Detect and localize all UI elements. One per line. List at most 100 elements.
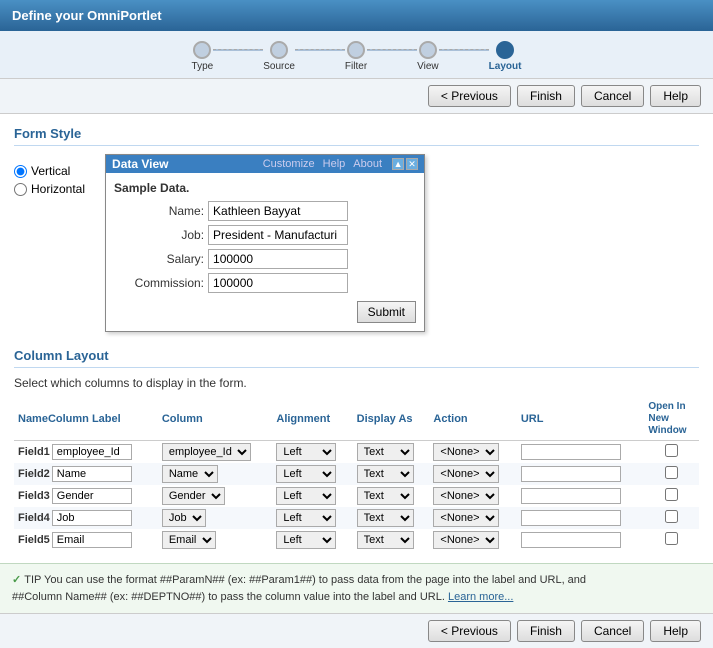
dv-label-salary: Salary: (114, 252, 204, 266)
wizard-step-view[interactable]: View (417, 41, 439, 72)
dv-input-job[interactable] (208, 225, 348, 245)
url-input[interactable] (521, 444, 621, 460)
cancel-button-top[interactable]: Cancel (581, 85, 644, 107)
dv-input-name[interactable] (208, 201, 348, 221)
action-select[interactable]: <None>LinkEdit (433, 465, 499, 483)
url-input[interactable] (521, 532, 621, 548)
table-row: Field2 Name LeftCenterRight TextImageLink <N… (14, 463, 699, 485)
field-name: Field4 (18, 512, 50, 524)
data-view-preview: Data View Customize Help About ▲ ✕ (105, 154, 425, 332)
form-style-section: Form Style Vertical Horizontal Data View (14, 126, 699, 332)
table-row: Field5EmailLeftCenterRightTextImageLink<… (14, 529, 699, 551)
field-name: Field1 (18, 446, 50, 458)
col-header-open-new-window: Open InNewWindow (644, 398, 699, 441)
display-as-select[interactable]: TextImageLink (357, 531, 414, 549)
help-button-top[interactable]: Help (650, 85, 701, 107)
field-label-input[interactable] (52, 466, 132, 482)
action-select[interactable]: <None>LinkEdit (433, 509, 499, 527)
alignment-select[interactable]: LeftCenterRight (276, 509, 336, 527)
radio-vertical-label[interactable]: Vertical (14, 164, 85, 178)
column-select[interactable]: Job (162, 509, 206, 527)
wizard-step-source[interactable]: Source (263, 41, 295, 72)
column-table: NameColumn Label Column Alignment Displa… (14, 398, 699, 551)
wizard-step-layout[interactable]: Layout (489, 41, 522, 72)
alignment-select[interactable]: LeftCenterRight (276, 531, 336, 549)
col-header-url: URL (517, 398, 645, 441)
dv-submit-row: Submit (114, 301, 416, 323)
alignment-select[interactable]: LeftCenterRight (276, 443, 336, 461)
column-select[interactable]: employee_Id (162, 443, 251, 461)
field-label-input[interactable] (52, 488, 132, 504)
about-link[interactable]: About (353, 158, 382, 170)
field-name: Field2 (18, 468, 50, 480)
display-as-select[interactable]: TextImageLink (357, 487, 414, 505)
alignment-select[interactable]: LeftCenterRight (276, 487, 336, 505)
url-input[interactable] (521, 466, 621, 482)
alignment-select[interactable]: LeftCenterRight (276, 465, 336, 483)
action-select[interactable]: <None>LinkEdit (433, 531, 499, 549)
open-new-window-checkbox[interactable] (665, 532, 678, 545)
url-input[interactable] (521, 488, 621, 504)
wizard-connector-4 (439, 49, 489, 51)
table-row: Field4 Job LeftCenterRight TextImageLink <No… (14, 507, 699, 529)
main-content: Form Style Vertical Horizontal Data View (0, 114, 713, 563)
close-icon[interactable]: ✕ (406, 158, 418, 170)
open-new-window-checkbox[interactable] (665, 466, 678, 479)
radio-vertical[interactable] (14, 165, 27, 178)
previous-button-top[interactable]: < Previous (428, 85, 511, 107)
help-button-bottom[interactable]: Help (650, 620, 701, 642)
column-layout-desc: Select which columns to display in the f… (14, 376, 699, 390)
display-as-select[interactable]: TextImageLink (357, 443, 414, 461)
help-link[interactable]: Help (323, 158, 346, 170)
dv-label-name: Name: (114, 204, 204, 218)
radio-group: Vertical Horizontal (14, 154, 85, 196)
previous-button-bottom[interactable]: < Previous (428, 620, 511, 642)
dv-submit-button[interactable]: Submit (357, 301, 416, 323)
col-header-name-label: NameColumn Label (14, 398, 158, 441)
field-label-input[interactable] (52, 510, 132, 526)
wizard-step-type[interactable]: Type (192, 41, 214, 72)
url-input[interactable] (521, 510, 621, 526)
form-style-row: Vertical Horizontal Data View Customize … (14, 154, 699, 332)
field-label-input[interactable] (52, 532, 132, 548)
radio-vertical-text: Vertical (31, 164, 70, 178)
cancel-button-bottom[interactable]: Cancel (581, 620, 644, 642)
customize-link[interactable]: Customize (263, 158, 315, 170)
tip-text-1: TIP You can use the format ##ParamN## (e… (24, 574, 586, 586)
step-circle-view (419, 41, 437, 59)
table-row: Field1 employee_Id LeftCenterRight TextImag… (14, 441, 699, 464)
data-view-icons: ▲ ✕ (392, 158, 418, 170)
data-view-body: Sample Data. Name: Job: Salary: Comm (106, 173, 424, 331)
finish-button-top[interactable]: Finish (517, 85, 575, 107)
top-toolbar: < Previous Finish Cancel Help (0, 79, 713, 114)
step-circle-layout (496, 41, 514, 59)
step-label-filter: Filter (345, 61, 367, 72)
display-as-select[interactable]: TextImageLink (357, 509, 414, 527)
field-label-input[interactable] (52, 444, 132, 460)
radio-horizontal-label[interactable]: Horizontal (14, 182, 85, 196)
action-select[interactable]: <None>LinkEdit (433, 487, 499, 505)
wizard-connector-3 (367, 49, 417, 51)
radio-horizontal[interactable] (14, 183, 27, 196)
column-select[interactable]: Gender (162, 487, 225, 505)
collapse-icon[interactable]: ▲ (392, 158, 404, 170)
action-select[interactable]: <None>LinkEdit (433, 443, 499, 461)
dv-label-commission: Commission: (114, 276, 204, 290)
display-as-select[interactable]: TextImageLink (357, 465, 414, 483)
form-style-title: Form Style (14, 126, 699, 146)
dv-field-commission: Commission: (114, 273, 416, 293)
dv-input-commission[interactable] (208, 273, 348, 293)
dv-input-salary[interactable] (208, 249, 348, 269)
finish-button-bottom[interactable]: Finish (517, 620, 575, 642)
open-new-window-checkbox[interactable] (665, 510, 678, 523)
open-new-window-checkbox[interactable] (665, 444, 678, 457)
column-select[interactable]: Name (162, 465, 218, 483)
page-header: Define your OmniPortlet (0, 0, 713, 31)
open-new-window-checkbox[interactable] (665, 488, 678, 501)
wizard-step-filter[interactable]: Filter (345, 41, 367, 72)
learn-more-link[interactable]: Learn more... (448, 591, 513, 603)
column-select[interactable]: Email (162, 531, 216, 549)
tip-section: ✓ TIP You can use the format ##ParamN## … (0, 563, 713, 613)
dv-field-job: Job: (114, 225, 416, 245)
data-view-titlebar: Data View Customize Help About ▲ ✕ (106, 155, 424, 173)
